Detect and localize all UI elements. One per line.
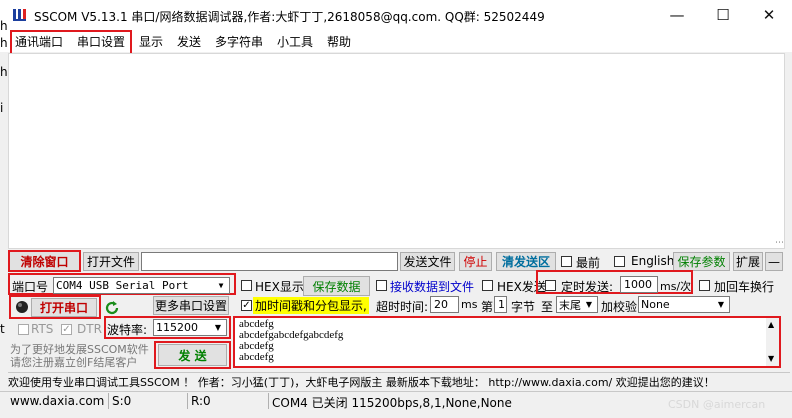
send-input-area[interactable]: abcdefg abcdefgabcdefgabcdefg abcdefg ab… (233, 316, 781, 368)
baud-select-value: 115200 (156, 321, 198, 334)
clear-send-button[interactable]: 清发送区 (496, 252, 556, 271)
topmost-label: 最前 (576, 256, 601, 270)
checksum-select[interactable]: None ▼ (638, 296, 730, 313)
menu-display[interactable]: 显示 (139, 33, 163, 50)
byte-label: 字节 (511, 300, 536, 314)
baud-select[interactable]: 115200 ▼ (153, 319, 227, 336)
interval-unit: ms/次 (660, 280, 692, 293)
open-file-button[interactable]: 打开文件 (83, 252, 139, 271)
port-state: COM4 已关闭 115200bps,8,1,None,None (272, 396, 512, 410)
website-link[interactable]: www.daxia.com (10, 394, 104, 408)
rts-checkbox[interactable] (18, 324, 29, 335)
send-button[interactable]: 发 送 (158, 344, 227, 366)
send-scrollbar[interactable]: ▲ ▼ (766, 318, 779, 366)
open-port-button[interactable]: 打开串口 (31, 298, 97, 317)
hex-display-checkbox[interactable] (241, 280, 252, 291)
checksum-select-value: None (641, 298, 670, 311)
edge-char: h (0, 65, 8, 79)
title-bar: SSCOM V5.13.1 串口/网络数据调试器,作者:大虾丁丁,2618058… (0, 0, 792, 30)
timed-send-checkbox[interactable] (545, 280, 556, 291)
scroll-down-icon[interactable]: ▼ (768, 354, 774, 363)
sscom-logo-icon (13, 9, 26, 21)
port-label: 端口号 (12, 280, 49, 294)
edge-char: t (0, 322, 5, 336)
menu-multi-string[interactable]: 多字符串 (215, 33, 263, 50)
refresh-icon[interactable] (104, 300, 120, 316)
edge-char: h (0, 19, 8, 33)
close-button[interactable]: ✕ (746, 0, 792, 30)
to-label: 至 (541, 300, 554, 314)
rts-label: RTS (31, 322, 54, 336)
status-separator (268, 393, 269, 409)
interval-input[interactable]: 1000 (620, 276, 658, 293)
receive-area[interactable] (8, 53, 785, 249)
resize-grip-icon[interactable]: ⋯ (775, 238, 784, 248)
port-select[interactable]: COM4 USB Serial Port ▼ (53, 277, 230, 294)
stop-button[interactable]: 停止 (459, 252, 492, 271)
window-title: SSCOM V5.13.1 串口/网络数据调试器,作者:大虾丁丁,2618058… (34, 10, 545, 24)
timed-send-label: 定时发送: (561, 280, 614, 294)
timestamp-checkbox[interactable]: ✓ (241, 300, 252, 311)
add-crlf-label: 加回车换行 (714, 280, 775, 294)
more-settings-button[interactable]: 更多串口设置 (153, 296, 229, 315)
file-path-input[interactable] (141, 252, 398, 271)
marquee-banner[interactable]: 欢迎使用专业串口调试工具SSCOM ！ 作者：习小猛(丁丁)，大虾电子网版主 最… (8, 372, 790, 389)
chevron-down-icon: ▼ (714, 298, 728, 311)
timeout-input[interactable]: 20 (430, 296, 459, 313)
status-separator (187, 393, 188, 409)
chevron-down-icon: ▼ (214, 279, 228, 292)
menu-tools[interactable]: 小工具 (277, 33, 313, 50)
timeout-unit: ms (461, 298, 478, 311)
clear-window-button[interactable]: 清除窗口 (8, 250, 81, 272)
chevron-down-icon: ▼ (211, 321, 225, 334)
baud-label: 波特率: (107, 323, 148, 337)
recv-to-file-checkbox[interactable] (376, 280, 387, 291)
timestamp-label: 加时间戳和分包显示, (253, 297, 369, 314)
checksum-label: 加校验 (601, 300, 638, 314)
to-select-value: 末尾 (559, 298, 581, 312)
timeout-label: 超时时间: (376, 300, 429, 314)
expand-button[interactable]: 扩展 (733, 252, 763, 271)
save-data-button[interactable]: 保存数据 (303, 276, 370, 296)
english-checkbox[interactable] (614, 256, 625, 267)
scroll-up-icon[interactable]: ▲ (768, 320, 774, 329)
dtr-checkbox[interactable]: ✓ (61, 324, 72, 335)
recv-to-file-label[interactable]: 接收数据到文件 (390, 278, 474, 295)
csdn-watermark: CSDN @aimercan (668, 398, 766, 411)
status-separator (108, 393, 109, 409)
dtr-label: DTR (77, 322, 102, 336)
port-status-lamp-icon (16, 301, 28, 313)
send-file-button[interactable]: 发送文件 (400, 252, 455, 271)
sent-count: S:0 (112, 394, 132, 408)
edge-char: h (0, 36, 8, 50)
menu-send[interactable]: 发送 (177, 33, 201, 50)
maximize-button[interactable]: ☐ (700, 0, 746, 30)
sscom-window: SSCOM V5.13.1 串口/网络数据调试器,作者:大虾丁丁,2618058… (0, 0, 792, 418)
nth-label: 第 (481, 300, 494, 314)
port-select-value: COM4 USB Serial Port (56, 279, 189, 292)
menu-help[interactable]: 帮助 (327, 33, 351, 50)
send-line: abcdefg (239, 351, 274, 363)
nth-input[interactable]: 1 (494, 296, 507, 313)
topmost-checkbox[interactable] (561, 256, 572, 267)
add-crlf-checkbox[interactable] (699, 280, 710, 291)
minimize-button[interactable]: — (654, 0, 700, 30)
edge-char: i (0, 101, 4, 115)
english-label: English (631, 254, 675, 268)
ad-line-2[interactable]: 请您注册嘉立创F结尾客户 (10, 354, 137, 370)
hex-display-label: HEX显示 (255, 280, 304, 294)
collapse-button[interactable]: — (765, 252, 783, 271)
chevron-down-icon: ▼ (582, 298, 596, 311)
hex-send-checkbox[interactable] (482, 280, 493, 291)
to-select[interactable]: 末尾 ▼ (556, 296, 598, 313)
received-count: R:0 (191, 394, 211, 408)
save-params-button[interactable]: 保存参数 (673, 252, 730, 271)
